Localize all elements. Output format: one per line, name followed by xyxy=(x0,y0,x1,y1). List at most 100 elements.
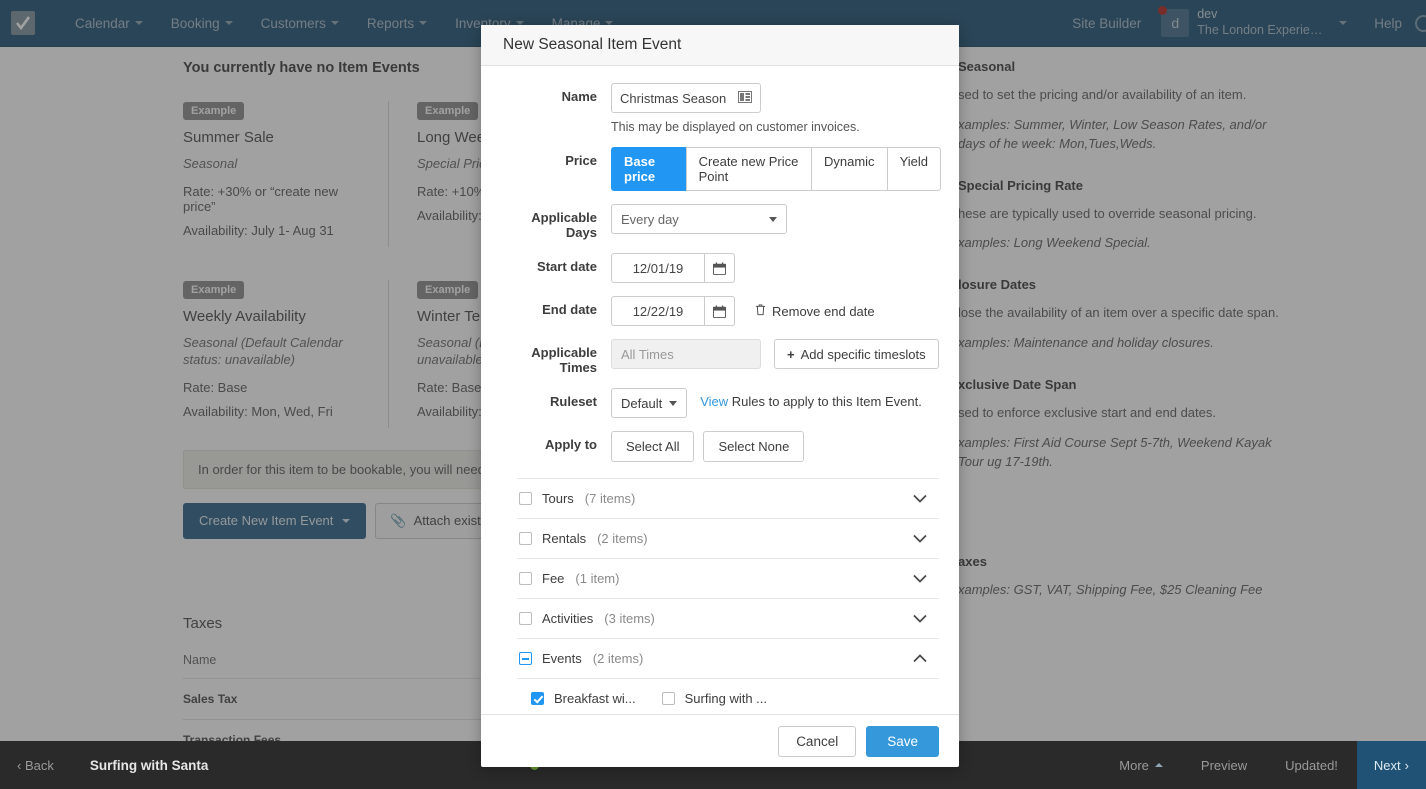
label-name: Name xyxy=(561,89,597,104)
back-button[interactable]: ‹ Back xyxy=(17,758,54,773)
plus-icon: + xyxy=(787,346,795,362)
add-specific-timeslots-button[interactable]: + Add specific timeslots xyxy=(774,339,939,369)
modal-header: New Seasonal Item Event xyxy=(481,25,959,66)
save-button[interactable]: Save xyxy=(866,725,939,757)
name-input-value: Christmas Season xyxy=(620,90,727,106)
trash-icon xyxy=(755,303,766,319)
label-start-date: Start date xyxy=(537,259,597,274)
applicable-times-placeholder: All Times xyxy=(621,346,674,362)
ruleset-value: Default xyxy=(621,395,663,411)
calendar-icon[interactable] xyxy=(705,296,735,326)
field-row-ruleset: Ruleset Default View Rules to apply to t… xyxy=(499,388,941,418)
ruleset-note: View Rules to apply to this Item Event. xyxy=(700,388,922,409)
group-label: Rentals xyxy=(542,531,587,546)
group-label: Fee xyxy=(542,571,565,586)
group-children-events: Breakfast wi... Surfing with ... xyxy=(517,678,939,714)
more-button[interactable]: More xyxy=(1100,758,1182,773)
modal-body: Name Christmas Season This may be displa… xyxy=(481,66,959,714)
list-grid-icon[interactable] xyxy=(738,90,752,106)
chevron-right-icon: › xyxy=(1404,757,1409,773)
chevron-up-icon[interactable] xyxy=(913,650,927,668)
price-mode-segmented-control: Base price Create new Price Point Dynami… xyxy=(611,147,941,191)
chevron-down-icon[interactable] xyxy=(913,610,927,628)
group-row-tours[interactable]: Tours (7 items) xyxy=(517,478,939,518)
group-label: Tours xyxy=(542,491,574,506)
end-date-input[interactable]: 12/22/19 xyxy=(611,296,705,326)
select-none-button[interactable]: Select None xyxy=(703,431,805,462)
label-applicable-days: Applicable Days xyxy=(531,210,597,240)
field-row-end-date: End date 12/22/19 Remove end date xyxy=(499,296,941,326)
chevron-down-icon[interactable] xyxy=(913,530,927,548)
price-option-base-price[interactable]: Base price xyxy=(611,147,687,191)
ruleset-note-text: Rules to apply to this Item Event. xyxy=(728,394,922,409)
back-label: Back xyxy=(24,757,54,773)
group-count: (2 items) xyxy=(597,531,648,546)
label-price: Price xyxy=(565,153,597,168)
chevron-down-icon[interactable] xyxy=(913,490,927,508)
label-end-date: End date xyxy=(542,302,597,317)
add-timeslots-label: Add specific timeslots xyxy=(800,346,926,362)
group-count: (7 items) xyxy=(584,491,636,506)
field-row-start-date: Start date 12/01/19 xyxy=(499,253,941,283)
cancel-button[interactable]: Cancel xyxy=(778,725,857,757)
field-row-applicable-times: Applicable Times All Times + Add specifi… xyxy=(499,339,941,375)
label-applicable-times: Applicable Times xyxy=(531,345,597,375)
chevron-down-icon xyxy=(769,216,777,222)
label-apply-to: Apply to xyxy=(545,437,597,452)
group-checkbox[interactable] xyxy=(519,532,532,545)
name-helper-text: This may be displayed on customer invoic… xyxy=(611,120,860,134)
footer-right-cluster: More Preview Updated! Next › xyxy=(1100,741,1426,789)
child-label: Surfing with ... xyxy=(684,691,768,706)
new-item-event-modal: New Seasonal Item Event Name Christmas S… xyxy=(481,25,959,767)
chevron-down-icon xyxy=(669,400,678,406)
footer-item-title: Surfing with Santa xyxy=(89,757,209,773)
preview-button[interactable]: Preview xyxy=(1182,758,1266,773)
app-root: Calendar Booking Customers Reports Inven… xyxy=(0,0,1426,789)
chevron-up-icon xyxy=(1154,763,1163,767)
child-label: Breakfast wi... xyxy=(554,691,636,706)
applicable-days-select[interactable]: Every day xyxy=(611,204,787,234)
child-checkbox[interactable] xyxy=(531,692,544,705)
group-count: (1 item) xyxy=(575,571,620,586)
updated-status: Updated! xyxy=(1285,757,1338,773)
group-checkbox[interactable] xyxy=(519,572,532,585)
remove-end-date-label: Remove end date xyxy=(772,303,875,319)
group-checkbox[interactable] xyxy=(519,492,532,505)
select-all-button[interactable]: Select All xyxy=(611,431,695,462)
field-row-apply-to: Apply to Select All Select None xyxy=(499,431,941,462)
group-row-activities[interactable]: Activities (3 items) xyxy=(517,598,939,638)
chevron-down-icon[interactable] xyxy=(913,570,927,588)
next-label: Next xyxy=(1373,757,1401,773)
start-date-input[interactable]: 12/01/19 xyxy=(611,253,705,283)
calendar-icon[interactable] xyxy=(705,253,735,283)
field-row-applicable-days: Applicable Days Every day xyxy=(499,204,941,240)
remove-end-date-button[interactable]: Remove end date xyxy=(755,303,875,319)
child-checkbox[interactable] xyxy=(661,692,675,705)
applicable-times-input[interactable]: All Times xyxy=(611,339,761,369)
child-item-breakfast[interactable]: Breakfast wi... xyxy=(531,691,636,706)
name-input[interactable]: Christmas Season xyxy=(611,83,761,113)
group-count: (2 items) xyxy=(592,651,644,666)
apply-to-group-list: Tours (7 items) Rentals (2 items) Fee (1… xyxy=(499,478,941,714)
modal-footer: Cancel Save xyxy=(481,714,959,767)
modal-title: New Seasonal Item Event xyxy=(503,36,682,53)
group-checkbox[interactable] xyxy=(519,652,532,665)
ruleset-select[interactable]: Default xyxy=(611,388,688,418)
price-option-yield[interactable]: Yield xyxy=(886,147,941,191)
next-button[interactable]: Next › xyxy=(1356,741,1426,789)
view-rules-link[interactable]: View xyxy=(700,394,728,409)
more-label: More xyxy=(1119,757,1149,773)
label-ruleset: Ruleset xyxy=(550,394,597,409)
field-row-name: Name Christmas Season This may be displa… xyxy=(499,83,941,134)
applicable-days-value: Every day xyxy=(621,211,679,227)
group-checkbox[interactable] xyxy=(519,612,532,625)
group-row-rentals[interactable]: Rentals (2 items) xyxy=(517,518,939,558)
child-item-surfing[interactable]: Surfing with ... xyxy=(661,691,768,706)
group-row-fee[interactable]: Fee (1 item) xyxy=(517,558,939,598)
price-option-dynamic[interactable]: Dynamic xyxy=(810,147,888,191)
price-option-create-new-price-point[interactable]: Create new Price Point xyxy=(685,147,812,191)
group-label: Events xyxy=(542,651,582,666)
group-count: (3 items) xyxy=(604,611,655,626)
field-row-price: Price Base price Create new Price Point … xyxy=(499,147,941,191)
group-row-events[interactable]: Events (2 items) xyxy=(517,638,939,678)
